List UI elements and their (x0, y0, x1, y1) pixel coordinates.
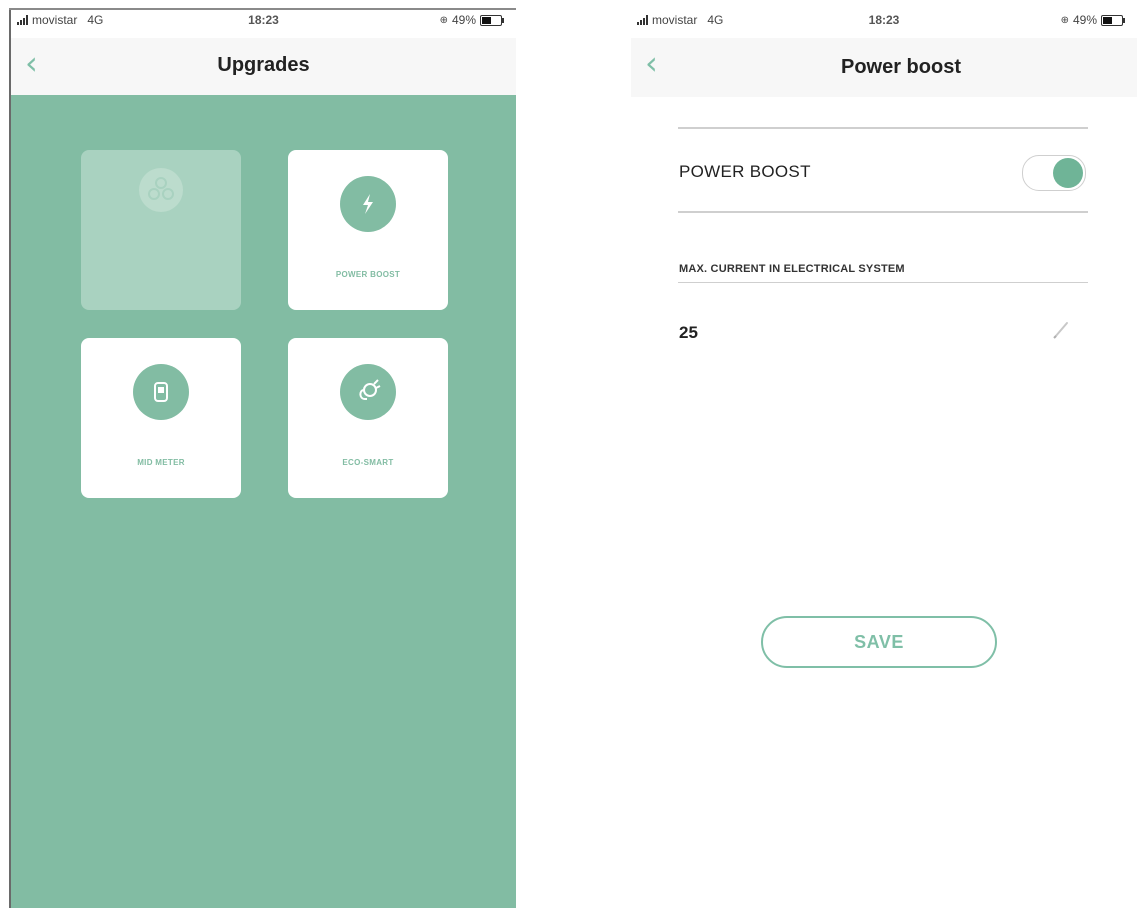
signal-icon (637, 15, 648, 25)
status-time: 18:23 (868, 13, 900, 27)
status-bar: movistar 4G 18:23 ⊕ 49% (11, 10, 516, 38)
pencil-icon[interactable] (1051, 319, 1071, 346)
toggle-knob (1053, 158, 1083, 188)
carrier-info: movistar 4G (17, 13, 103, 27)
battery-percent: 49% (1072, 13, 1097, 27)
carrier-name: movistar (32, 13, 78, 27)
upgrade-tile-power-boost[interactable]: POWER BOOST (288, 150, 448, 310)
upgrade-tile-eco-smart[interactable]: ECO-SMART (288, 338, 448, 498)
scheduler-icon (139, 168, 183, 212)
divider (678, 282, 1088, 283)
power-boost-label: POWER BOOST (679, 162, 811, 181)
tile-label: POWER BOOST (335, 270, 401, 279)
nav-bar: ‹ Power boost (631, 38, 1137, 97)
battery-icon (1101, 14, 1125, 26)
battery-percent: 49% (451, 13, 476, 27)
status-time: 18:23 (248, 13, 279, 27)
lightning-icon (340, 176, 396, 232)
network-type: 4G (707, 13, 724, 27)
meter-icon (133, 364, 189, 420)
tile-label: ECO-SMART (342, 458, 394, 467)
upgrades-screen: movistar 4G 18:23 ⊕ 49% ‹ Upgrades POWER… (11, 10, 516, 908)
signal-icon (17, 15, 28, 25)
max-current-label: MAX. CURRENT IN ELECTRICAL SYSTEM (679, 263, 905, 275)
orientation-lock-icon: ⊕ (1060, 14, 1069, 26)
page-title: Power boost (840, 56, 961, 78)
network-type: 4G (87, 13, 104, 27)
battery-info: ⊕ 49% (439, 13, 504, 27)
upgrade-tile-mid-meter[interactable]: MID METER (81, 338, 241, 498)
status-bar: movistar 4G 18:23 ⊕ 49% (631, 10, 1137, 38)
page-title: Upgrades (217, 54, 310, 76)
save-button[interactable]: SAVE (761, 616, 997, 668)
divider (678, 211, 1088, 213)
tile-label: MID METER (137, 458, 185, 467)
carrier-info: movistar 4G (637, 13, 723, 27)
battery-info: ⊕ 49% (1060, 13, 1125, 27)
max-current-value[interactable]: 25 (679, 323, 698, 343)
power-boost-toggle[interactable] (1022, 155, 1086, 191)
carrier-name: movistar (652, 13, 698, 27)
upgrade-tile-scheduler (81, 150, 241, 310)
orientation-lock-icon: ⊕ (439, 14, 448, 26)
eco-plug-icon (340, 364, 396, 420)
divider (678, 127, 1088, 129)
nav-bar: ‹ Upgrades (11, 38, 516, 95)
battery-icon (480, 14, 504, 26)
power-boost-screen: movistar 4G 18:23 ⊕ 49% ‹ Power boost PO… (631, 10, 1137, 908)
